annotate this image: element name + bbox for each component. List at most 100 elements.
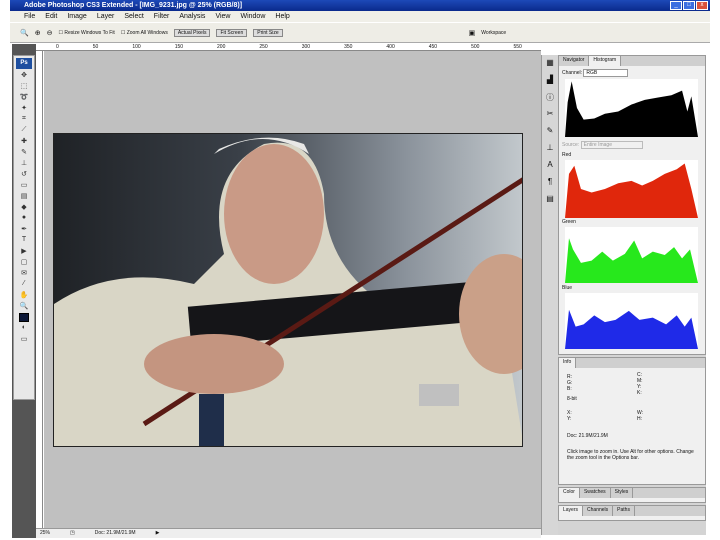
violinist-photo	[54, 137, 522, 446]
zoom-out-icon[interactable]: ⊖	[47, 29, 53, 37]
doc-size[interactable]: Doc: 21.9M/21.9M	[95, 529, 136, 538]
menu-image[interactable]: Image	[67, 11, 86, 22]
crop-tool-icon[interactable]: ⌗	[14, 115, 34, 126]
fit-screen-button[interactable]: Fit Screen	[216, 28, 248, 37]
shape-icon[interactable]: ▢	[14, 258, 34, 269]
workspace-menu[interactable]: Workspace	[481, 30, 506, 36]
histogram-blue	[565, 293, 698, 349]
tab-layers[interactable]: Layers	[559, 506, 584, 516]
tab-swatches[interactable]: Swatches	[580, 488, 611, 498]
menu-view[interactable]: View	[215, 11, 230, 22]
screen-mode-icon[interactable]: ▭	[14, 335, 34, 346]
quick-mask-icon[interactable]: ◐	[14, 324, 34, 335]
magic-wand-icon[interactable]: ✦	[14, 104, 34, 115]
zoom-level[interactable]: 25%	[40, 529, 50, 538]
ruler-tick: 400	[386, 44, 395, 50]
panel-dock: ▦ ▟ ⓘ ✂ ✎ ⊥ A ¶ ▤	[541, 55, 558, 535]
menu-window[interactable]: Window	[240, 11, 265, 22]
red-label: Red	[562, 152, 572, 158]
marquee-tool-icon[interactable]: ⬚	[14, 82, 34, 93]
history-brush-icon[interactable]: ↺	[14, 170, 34, 181]
zoom-tool-icon[interactable]: 🔍	[20, 29, 29, 37]
clone-stamp-icon[interactable]: ⊥	[14, 159, 34, 170]
print-size-button[interactable]: Print Size	[253, 28, 283, 37]
maximize-button[interactable]: □	[683, 1, 695, 10]
tab-info[interactable]: Info	[559, 358, 577, 368]
layer-comps-icon[interactable]: ▤	[542, 194, 558, 208]
lasso-tool-icon[interactable]: ➰	[14, 93, 34, 104]
blur-icon[interactable]: ◆	[14, 203, 34, 214]
info-bit: 8-bit	[567, 396, 577, 402]
tab-styles[interactable]: Styles	[611, 488, 634, 498]
hand-icon[interactable]: ✋	[14, 291, 34, 302]
zoom-icon[interactable]: 🔍	[14, 302, 34, 313]
path-select-icon[interactable]: ▶	[14, 247, 34, 258]
source-label: Source:	[562, 142, 580, 148]
ruler-tick: 0	[56, 44, 59, 50]
healing-brush-icon[interactable]: ✚	[14, 137, 34, 148]
tab-histogram[interactable]: Histogram	[589, 56, 622, 66]
ruler-tick: 300	[301, 44, 311, 50]
type-icon[interactable]: T	[14, 236, 34, 247]
ruler-tick: 100	[132, 44, 141, 50]
eraser-icon[interactable]: ▭	[14, 181, 34, 192]
menu-edit[interactable]: Edit	[45, 11, 57, 22]
menu-bar: File Edit Image Layer Select Filter Anal…	[10, 11, 710, 22]
eyedropper-icon[interactable]: ⁄	[14, 280, 34, 291]
options-bar: 🔍 ⊕ ⊖ ☐ Resize Windows To Fit ☐ Zoom All…	[10, 23, 710, 43]
document-image[interactable]	[53, 133, 523, 447]
window-title: Adobe Photoshop CS3 Extended - [IMG_9231…	[24, 2, 243, 9]
tab-paths[interactable]: Paths	[613, 506, 635, 516]
title-bar: Adobe Photoshop CS3 Extended - [IMG_9231…	[10, 0, 710, 11]
clone-source-icon[interactable]: ⊥	[542, 143, 558, 157]
ruler-tick: 150	[174, 44, 184, 50]
tab-color[interactable]: Color	[559, 488, 580, 498]
notes-icon[interactable]: ✉	[14, 269, 34, 280]
ps-logo: Ps	[16, 58, 32, 69]
ruler-tick: 350	[344, 44, 353, 50]
tab-channels[interactable]: Channels	[583, 506, 614, 516]
navigator-icon[interactable]: ▦	[542, 58, 558, 72]
color-swatches[interactable]	[14, 313, 34, 324]
window-edge	[706, 44, 720, 540]
tool-presets-icon[interactable]: ✂	[542, 109, 558, 123]
bridge-icon[interactable]: ▣	[469, 29, 476, 37]
histogram-red	[565, 160, 698, 218]
menu-analysis[interactable]: Analysis	[179, 11, 205, 22]
slice-tool-icon[interactable]: ⟋	[14, 126, 34, 137]
pen-icon[interactable]: ✒	[14, 225, 34, 236]
toolbox: Ps ✥ ⬚ ➰ ✦ ⌗ ⟋ ✚ ✎ ⊥ ↺ ▭ ▤ ◆ ● ✒ T ▶ ▢ ✉…	[13, 55, 35, 400]
brush-tool-icon[interactable]: ✎	[14, 148, 34, 159]
ruler-tick: 500	[471, 44, 480, 50]
source-select[interactable]: Entire Image	[580, 141, 643, 149]
paragraph-icon[interactable]: ¶	[542, 177, 558, 191]
status-icon: ◳	[70, 530, 75, 536]
close-button[interactable]: x	[696, 1, 708, 10]
channel-select[interactable]: RGB	[583, 69, 629, 77]
info-wh: W: H:	[637, 410, 644, 422]
brushes-icon[interactable]: ✎	[542, 126, 558, 140]
info-xy: X: Y:	[567, 410, 572, 422]
info-icon[interactable]: ⓘ	[542, 92, 558, 106]
zoom-all-checkbox[interactable]: ☐ Zoom All Windows	[121, 30, 168, 36]
menu-file[interactable]: File	[24, 11, 35, 22]
tab-navigator[interactable]: Navigator	[559, 56, 590, 66]
menu-layer[interactable]: Layer	[97, 11, 115, 22]
menu-select[interactable]: Select	[124, 11, 143, 22]
info-doc: Doc: 21.9M/21.9M	[567, 433, 608, 439]
status-arrow-icon[interactable]: ▶	[156, 529, 160, 538]
info-cmyk: C: M: Y: K:	[637, 372, 643, 396]
minimize-button[interactable]: _	[670, 1, 682, 10]
character-icon[interactable]: A	[542, 160, 558, 174]
resize-windows-checkbox[interactable]: ☐ Resize Windows To Fit	[58, 30, 114, 36]
menu-help[interactable]: Help	[275, 11, 289, 22]
gradient-icon[interactable]: ▤	[14, 192, 34, 203]
actual-pixels-button[interactable]: Actual Pixels	[173, 28, 211, 37]
ruler-tick: 50	[92, 44, 99, 50]
histogram-icon[interactable]: ▟	[542, 75, 558, 89]
move-tool-icon[interactable]: ✥	[14, 71, 34, 82]
vertical-ruler	[36, 51, 43, 529]
dodge-icon[interactable]: ●	[14, 214, 34, 225]
menu-filter[interactable]: Filter	[154, 11, 170, 22]
zoom-in-icon[interactable]: ⊕	[35, 29, 41, 37]
